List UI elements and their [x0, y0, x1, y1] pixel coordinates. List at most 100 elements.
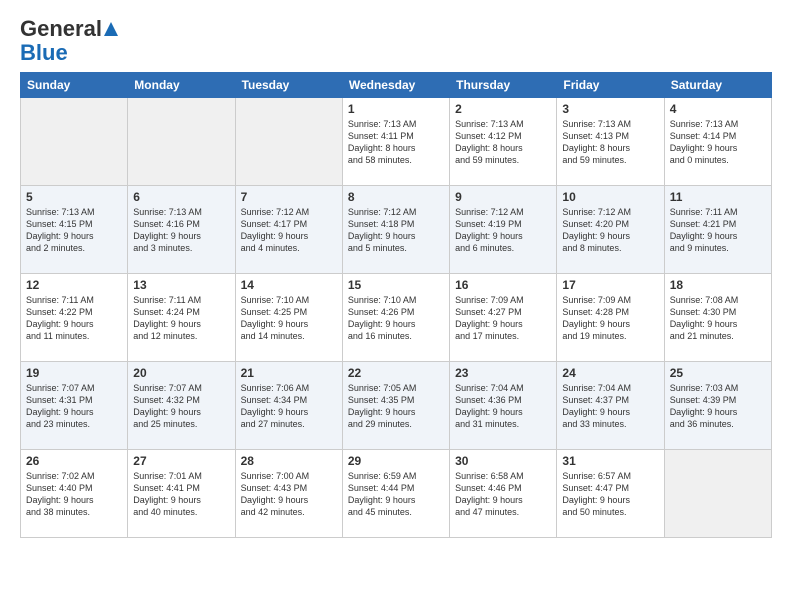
day-cell	[21, 98, 128, 186]
day-info: Sunrise: 7:08 AM Sunset: 4:30 PM Dayligh…	[670, 294, 766, 343]
day-cell: 11 Sunrise: 7:11 AM Sunset: 4:21 PM Dayli…	[664, 186, 771, 274]
week-row-4: 19Sunrise: 7:07 AM Sunset: 4:31 PM Dayli…	[21, 362, 772, 450]
day-info: Sunrise: 7:07 AM Sunset: 4:31 PM Dayligh…	[26, 382, 122, 431]
day-cell: 10 Sunrise: 7:12 AM Sunset: 4:20 PM Dayli…	[557, 186, 664, 274]
day-number: 16	[455, 278, 551, 292]
day-cell: 1Sunrise: 7:13 AM Sunset: 4:11 PM Daylig…	[342, 98, 449, 186]
day-cell: 7Sunrise: 7:12 AM Sunset: 4:17 PM Daylig…	[235, 186, 342, 274]
day-info: Sunrise: 7:11 AM Sunset: 4:24 PM Dayligh…	[133, 294, 229, 343]
logo-general-text: General	[20, 16, 102, 42]
calendar-header-row: SundayMondayTuesdayWednesdayThursdayFrid…	[21, 73, 772, 98]
col-header-sunday: Sunday	[21, 73, 128, 98]
day-info: Sunrise: 7:12 AM Sunset: 4:18 PM Dayligh…	[348, 206, 444, 255]
day-cell: 16 Sunrise: 7:09 AM Sunset: 4:27 PM Dayli…	[450, 274, 557, 362]
day-number: 31	[562, 454, 658, 468]
day-number: 27	[133, 454, 229, 468]
day-cell: 12 Sunrise: 7:11 AM Sunset: 4:22 PM Dayli…	[21, 274, 128, 362]
day-number: 29	[348, 454, 444, 468]
day-cell: 28 Sunrise: 7:00 AM Sunset: 4:43 PM Dayli…	[235, 450, 342, 538]
day-cell: 4 Sunrise: 7:13 AM Sunset: 4:14 PM Daylig…	[664, 98, 771, 186]
day-cell	[128, 98, 235, 186]
day-info: Sunrise: 6:59 AM Sunset: 4:44 PM Dayligh…	[348, 470, 444, 519]
day-number: 26	[26, 454, 122, 468]
day-cell: 14Sunrise: 7:10 AM Sunset: 4:25 PM Dayli…	[235, 274, 342, 362]
week-row-5: 26 Sunrise: 7:02 AM Sunset: 4:40 PM Dayli…	[21, 450, 772, 538]
day-info: Sunrise: 7:13 AM Sunset: 4:13 PM Dayligh…	[562, 118, 658, 167]
day-cell: 5 Sunrise: 7:13 AM Sunset: 4:15 PM Daylig…	[21, 186, 128, 274]
day-info: Sunrise: 7:00 AM Sunset: 4:43 PM Dayligh…	[241, 470, 337, 519]
day-cell: 9 Sunrise: 7:12 AM Sunset: 4:19 PM Daylig…	[450, 186, 557, 274]
day-cell: 22 Sunrise: 7:05 AM Sunset: 4:35 PM Dayli…	[342, 362, 449, 450]
week-row-3: 12 Sunrise: 7:11 AM Sunset: 4:22 PM Dayli…	[21, 274, 772, 362]
day-info: Sunrise: 7:13 AM Sunset: 4:12 PM Dayligh…	[455, 118, 551, 167]
day-number: 15	[348, 278, 444, 292]
day-cell: 26 Sunrise: 7:02 AM Sunset: 4:40 PM Dayli…	[21, 450, 128, 538]
day-number: 18	[670, 278, 766, 292]
day-number: 10	[562, 190, 658, 204]
day-cell	[664, 450, 771, 538]
day-cell: 19Sunrise: 7:07 AM Sunset: 4:31 PM Dayli…	[21, 362, 128, 450]
day-number: 5	[26, 190, 122, 204]
day-number: 11	[670, 190, 766, 204]
col-header-thursday: Thursday	[450, 73, 557, 98]
day-number: 8	[348, 190, 444, 204]
day-number: 22	[348, 366, 444, 380]
day-info: Sunrise: 7:03 AM Sunset: 4:39 PM Dayligh…	[670, 382, 766, 431]
day-cell: 31 Sunrise: 6:57 AM Sunset: 4:47 PM Dayli…	[557, 450, 664, 538]
day-number: 21	[241, 366, 337, 380]
day-number: 4	[670, 102, 766, 116]
day-info: Sunrise: 7:07 AM Sunset: 4:32 PM Dayligh…	[133, 382, 229, 431]
day-number: 23	[455, 366, 551, 380]
day-info: Sunrise: 7:09 AM Sunset: 4:27 PM Dayligh…	[455, 294, 551, 343]
day-info: Sunrise: 7:02 AM Sunset: 4:40 PM Dayligh…	[26, 470, 122, 519]
day-number: 25	[670, 366, 766, 380]
day-number: 9	[455, 190, 551, 204]
col-header-tuesday: Tuesday	[235, 73, 342, 98]
day-info: Sunrise: 7:04 AM Sunset: 4:37 PM Dayligh…	[562, 382, 658, 431]
day-info: Sunrise: 6:57 AM Sunset: 4:47 PM Dayligh…	[562, 470, 658, 519]
day-cell: 18 Sunrise: 7:08 AM Sunset: 4:30 PM Dayli…	[664, 274, 771, 362]
day-cell: 27 Sunrise: 7:01 AM Sunset: 4:41 PM Dayli…	[128, 450, 235, 538]
day-info: Sunrise: 7:10 AM Sunset: 4:26 PM Dayligh…	[348, 294, 444, 343]
col-header-friday: Friday	[557, 73, 664, 98]
day-info: Sunrise: 7:13 AM Sunset: 4:15 PM Dayligh…	[26, 206, 122, 255]
day-cell: 15 Sunrise: 7:10 AM Sunset: 4:26 PM Dayli…	[342, 274, 449, 362]
day-number: 12	[26, 278, 122, 292]
day-info: Sunrise: 7:11 AM Sunset: 4:21 PM Dayligh…	[670, 206, 766, 255]
day-cell: 6Sunrise: 7:13 AM Sunset: 4:16 PM Daylig…	[128, 186, 235, 274]
col-header-saturday: Saturday	[664, 73, 771, 98]
col-header-wednesday: Wednesday	[342, 73, 449, 98]
day-number: 28	[241, 454, 337, 468]
day-number: 14	[241, 278, 337, 292]
header: General Blue	[20, 16, 772, 64]
day-cell: 29 Sunrise: 6:59 AM Sunset: 4:44 PM Dayli…	[342, 450, 449, 538]
day-cell: 24 Sunrise: 7:04 AM Sunset: 4:37 PM Dayli…	[557, 362, 664, 450]
day-cell: 21 Sunrise: 7:06 AM Sunset: 4:34 PM Dayli…	[235, 362, 342, 450]
day-info: Sunrise: 7:11 AM Sunset: 4:22 PM Dayligh…	[26, 294, 122, 343]
logo: General Blue	[20, 16, 120, 64]
week-row-2: 5 Sunrise: 7:13 AM Sunset: 4:15 PM Daylig…	[21, 186, 772, 274]
day-info: Sunrise: 7:06 AM Sunset: 4:34 PM Dayligh…	[241, 382, 337, 431]
page: General Blue SundayMondayTuesdayWednesda…	[0, 0, 792, 612]
day-number: 24	[562, 366, 658, 380]
logo-blue-text: Blue	[20, 42, 68, 64]
day-info: Sunrise: 7:13 AM Sunset: 4:14 PM Dayligh…	[670, 118, 766, 167]
day-number: 20	[133, 366, 229, 380]
day-info: Sunrise: 7:12 AM Sunset: 4:17 PM Dayligh…	[241, 206, 337, 255]
day-cell: 17Sunrise: 7:09 AM Sunset: 4:28 PM Dayli…	[557, 274, 664, 362]
day-cell: 23Sunrise: 7:04 AM Sunset: 4:36 PM Dayli…	[450, 362, 557, 450]
day-info: Sunrise: 7:05 AM Sunset: 4:35 PM Dayligh…	[348, 382, 444, 431]
day-info: Sunrise: 7:09 AM Sunset: 4:28 PM Dayligh…	[562, 294, 658, 343]
day-cell: 8 Sunrise: 7:12 AM Sunset: 4:18 PM Daylig…	[342, 186, 449, 274]
day-number: 2	[455, 102, 551, 116]
calendar-table: SundayMondayTuesdayWednesdayThursdayFrid…	[20, 72, 772, 538]
day-info: Sunrise: 7:12 AM Sunset: 4:19 PM Dayligh…	[455, 206, 551, 255]
day-info: Sunrise: 7:12 AM Sunset: 4:20 PM Dayligh…	[562, 206, 658, 255]
day-number: 1	[348, 102, 444, 116]
day-cell: 13Sunrise: 7:11 AM Sunset: 4:24 PM Dayli…	[128, 274, 235, 362]
logo-triangle-icon	[103, 21, 119, 37]
day-info: Sunrise: 7:13 AM Sunset: 4:16 PM Dayligh…	[133, 206, 229, 255]
day-cell: 30Sunrise: 6:58 AM Sunset: 4:46 PM Dayli…	[450, 450, 557, 538]
week-row-1: 1Sunrise: 7:13 AM Sunset: 4:11 PM Daylig…	[21, 98, 772, 186]
day-info: Sunrise: 7:01 AM Sunset: 4:41 PM Dayligh…	[133, 470, 229, 519]
